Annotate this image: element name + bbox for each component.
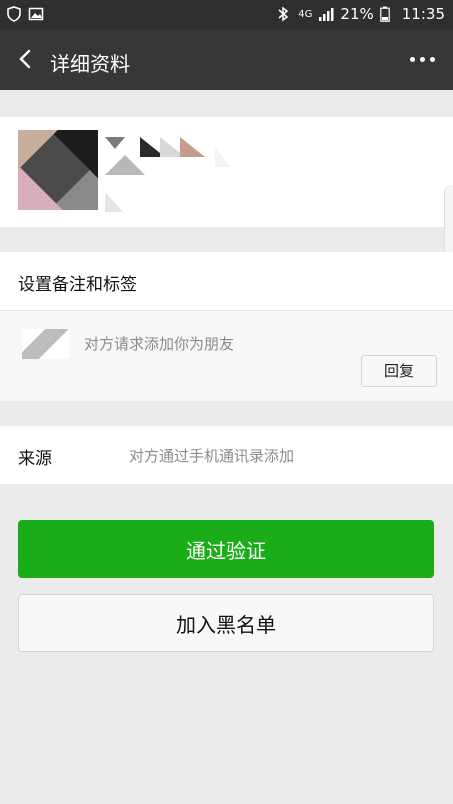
friend-request-box: 对方请求添加你为朋友 回复	[0, 310, 453, 401]
signal-icon	[318, 6, 334, 22]
request-avatar	[22, 329, 70, 359]
request-message: 对方请求添加你为朋友	[84, 335, 235, 353]
remark-tags-row[interactable]: 设置备注和标签	[0, 252, 453, 310]
shield-icon	[6, 6, 22, 22]
battery-icon	[379, 6, 396, 22]
source-label: 来源	[18, 449, 52, 469]
status-right: 4G 21% 11:35	[276, 5, 445, 23]
status-bar: 4G 21% 11:35	[0, 0, 453, 30]
source-row: 来源 对方通过手机通讯录添加	[0, 426, 453, 484]
profile-card	[0, 117, 453, 227]
battery-percent: 21%	[340, 5, 374, 23]
back-arrow-icon[interactable]	[14, 47, 38, 71]
add-to-blacklist-button[interactable]: 加入黑名单	[18, 594, 434, 652]
avatar[interactable]	[18, 130, 98, 210]
page-title: 详细资料	[50, 52, 130, 76]
navigation-bar: 详细资料	[0, 30, 453, 90]
status-left-icons	[6, 6, 44, 22]
reply-button[interactable]: 回复	[361, 355, 437, 387]
network-type: 4G	[298, 8, 313, 20]
image-icon	[28, 6, 44, 22]
clock: 11:35	[401, 5, 445, 23]
bluetooth-icon	[276, 6, 292, 22]
pixelated-name	[105, 137, 235, 217]
source-value: 对方通过手机通讯录添加	[129, 447, 295, 465]
remark-tags-label: 设置备注和标签	[18, 275, 137, 295]
more-dots-icon[interactable]	[410, 57, 435, 62]
verify-button[interactable]: 通过验证	[18, 520, 434, 578]
